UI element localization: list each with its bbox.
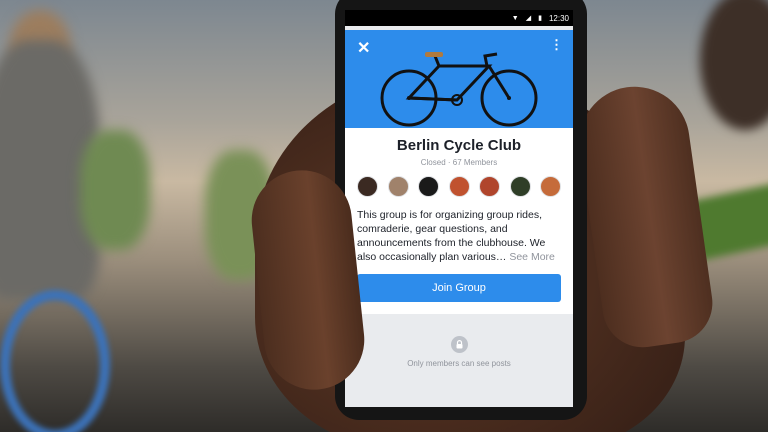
more-vertical-icon[interactable]: ⋮ xyxy=(550,38,563,51)
lock-icon xyxy=(450,336,468,353)
background-person xyxy=(80,130,150,250)
group-cover: ✕ ⋮ xyxy=(345,30,573,128)
privacy-notice: Only members can see posts xyxy=(345,314,573,368)
status-time: 12:30 xyxy=(548,13,569,23)
member-avatars xyxy=(357,176,561,197)
group-sheet: ✕ ⋮ Berlin Cycle Club Closed · 67 Member… xyxy=(345,30,573,407)
signal-icon: ◢ xyxy=(525,15,532,22)
status-bar: ▼ ◢ ▮ 12:30 xyxy=(345,10,573,26)
group-description: This group is for organizing group rides… xyxy=(357,208,561,264)
avatar[interactable] xyxy=(509,176,531,197)
avatar[interactable] xyxy=(387,176,409,197)
see-more-link[interactable]: See More xyxy=(509,251,555,263)
wifi-icon: ▼ xyxy=(511,14,519,22)
background-person xyxy=(700,0,768,130)
group-name: Berlin Cycle Club xyxy=(396,137,522,154)
bicycle-image xyxy=(380,52,538,127)
background-bicycle xyxy=(0,290,110,432)
battery-icon: ▮ xyxy=(538,15,542,22)
avatar[interactable] xyxy=(357,176,378,197)
avatar[interactable] xyxy=(540,176,561,197)
join-group-button[interactable]: Join Group xyxy=(357,274,561,302)
avatar[interactable] xyxy=(418,176,439,197)
privacy-text: Only members can see posts xyxy=(407,359,511,368)
group-meta: Closed · 67 Members xyxy=(420,158,498,167)
avatar[interactable] xyxy=(448,176,470,197)
phone-screen: ▼ ◢ ▮ 12:30 ✕ ⋮ Berlin Cycle Club Closed… xyxy=(345,10,573,407)
close-icon[interactable]: ✕ xyxy=(357,38,370,58)
avatar[interactable] xyxy=(479,176,500,197)
group-info-card: Berlin Cycle Club Closed · 67 Members Th… xyxy=(345,128,573,314)
